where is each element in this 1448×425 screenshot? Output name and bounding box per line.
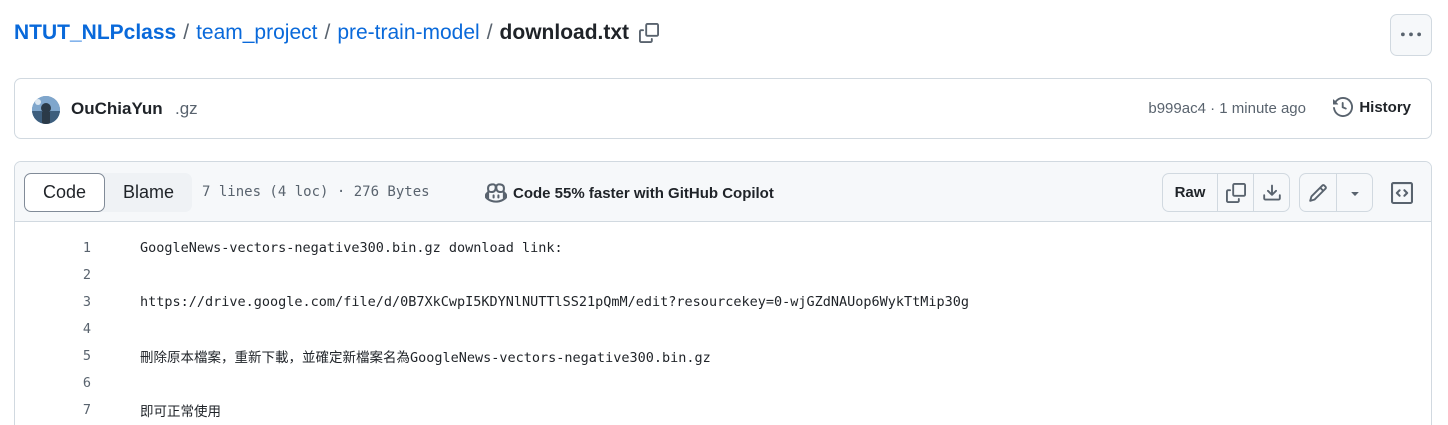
avatar[interactable] [32,96,60,124]
breadcrumb-current-file: download.txt [499,21,630,44]
file-path-header: NTUT_NLPclass / team_project / pre-train… [14,14,1432,58]
breadcrumb-separator: / [486,21,493,44]
download-raw-button[interactable] [1253,174,1289,211]
breadcrumb-folder-pre-train-model[interactable]: pre-train-model [337,21,479,45]
latest-commit-box: OuChiaYun .gz b999ac4 · 1 minute ago His… [14,78,1432,139]
breadcrumb-separator: / [324,21,331,44]
code-line: 2 [15,261,1431,288]
line-content: https://drive.google.com/file/d/0B7XkCwp… [140,293,970,310]
commit-time: 1 minute ago [1219,100,1306,117]
copilot-promo-link[interactable]: Code 55% faster with GitHub Copilot [485,182,774,204]
history-label: History [1359,98,1411,116]
tab-code[interactable]: Code [24,173,106,212]
tab-blame[interactable]: Blame [105,173,192,212]
kebab-horizontal-icon [1401,32,1421,37]
file-viewer: Code Blame 7 lines (4 loc) · 276 Bytes C… [14,161,1432,425]
copy-icon [1225,182,1246,203]
copy-path-button[interactable] [637,21,661,45]
line-content: 即可正常使用 [140,403,221,420]
edit-file-button[interactable] [1300,174,1336,211]
code-line: 6 [15,369,1431,396]
line-content: 刪除原本檔案，重新下載，並確定新檔案名為GoogleNews-vectors-n… [140,349,711,366]
raw-copy-download-group: Raw [1162,173,1290,212]
edit-button-group [1299,173,1373,212]
line-number[interactable]: 5 [15,348,91,364]
breadcrumb-separator: / [183,21,190,44]
commit-sha-link[interactable]: b999ac4 [1148,100,1206,117]
copy-icon [639,23,660,43]
copilot-promo-label: Code 55% faster with GitHub Copilot [513,184,774,202]
line-number[interactable]: 7 [15,402,91,418]
line-content: GoogleNews-vectors-negative300.bin.gz do… [140,239,563,256]
triangle-down-icon [1350,191,1359,196]
breadcrumb: NTUT_NLPclass / team_project / pre-train… [14,21,661,45]
line-number[interactable]: 4 [15,321,91,337]
pencil-icon [1309,183,1327,202]
download-icon [1262,184,1281,200]
edit-options-dropdown[interactable] [1336,174,1372,211]
line-number[interactable]: 2 [15,267,91,283]
line-number[interactable]: 3 [15,294,91,310]
breadcrumb-folder-team-project[interactable]: team_project [196,21,317,45]
line-number[interactable]: 6 [15,375,91,391]
code-line: 5 刪除原本檔案，重新下載，並確定新檔案名為GoogleNews-vectors… [15,342,1431,369]
commit-message-link[interactable]: .gz [175,99,198,119]
code-square-icon [1390,181,1413,204]
history-icon [1333,97,1354,117]
symbols-panel-button[interactable] [1386,177,1417,208]
history-button[interactable]: History [1327,95,1417,119]
copy-raw-button[interactable] [1217,174,1253,211]
code-line: 1 GoogleNews-vectors-negative300.bin.gz … [15,234,1431,261]
code-line: 7 即可正常使用 [15,396,1431,423]
commit-meta-separator: · [1205,100,1220,117]
commit-author-link[interactable]: OuChiaYun [71,99,163,119]
code-view: 1 GoogleNews-vectors-negative300.bin.gz … [15,234,1431,423]
commit-meta: b999ac4 · 1 minute ago [1148,100,1306,117]
code-line: 4 [15,315,1431,342]
view-mode-toggle: Code Blame [24,173,193,212]
file-info: 7 lines (4 loc) · 276 Bytes [202,184,430,200]
code-line: 3 https://drive.google.com/file/d/0B7XkC… [15,288,1431,315]
line-number[interactable]: 1 [15,240,91,256]
file-header: Code Blame 7 lines (4 loc) · 276 Bytes C… [15,162,1431,222]
more-options-button[interactable] [1390,14,1432,56]
copilot-icon [485,183,507,203]
raw-button[interactable]: Raw [1163,174,1217,211]
breadcrumb-repo-link[interactable]: NTUT_NLPclass [14,21,176,45]
